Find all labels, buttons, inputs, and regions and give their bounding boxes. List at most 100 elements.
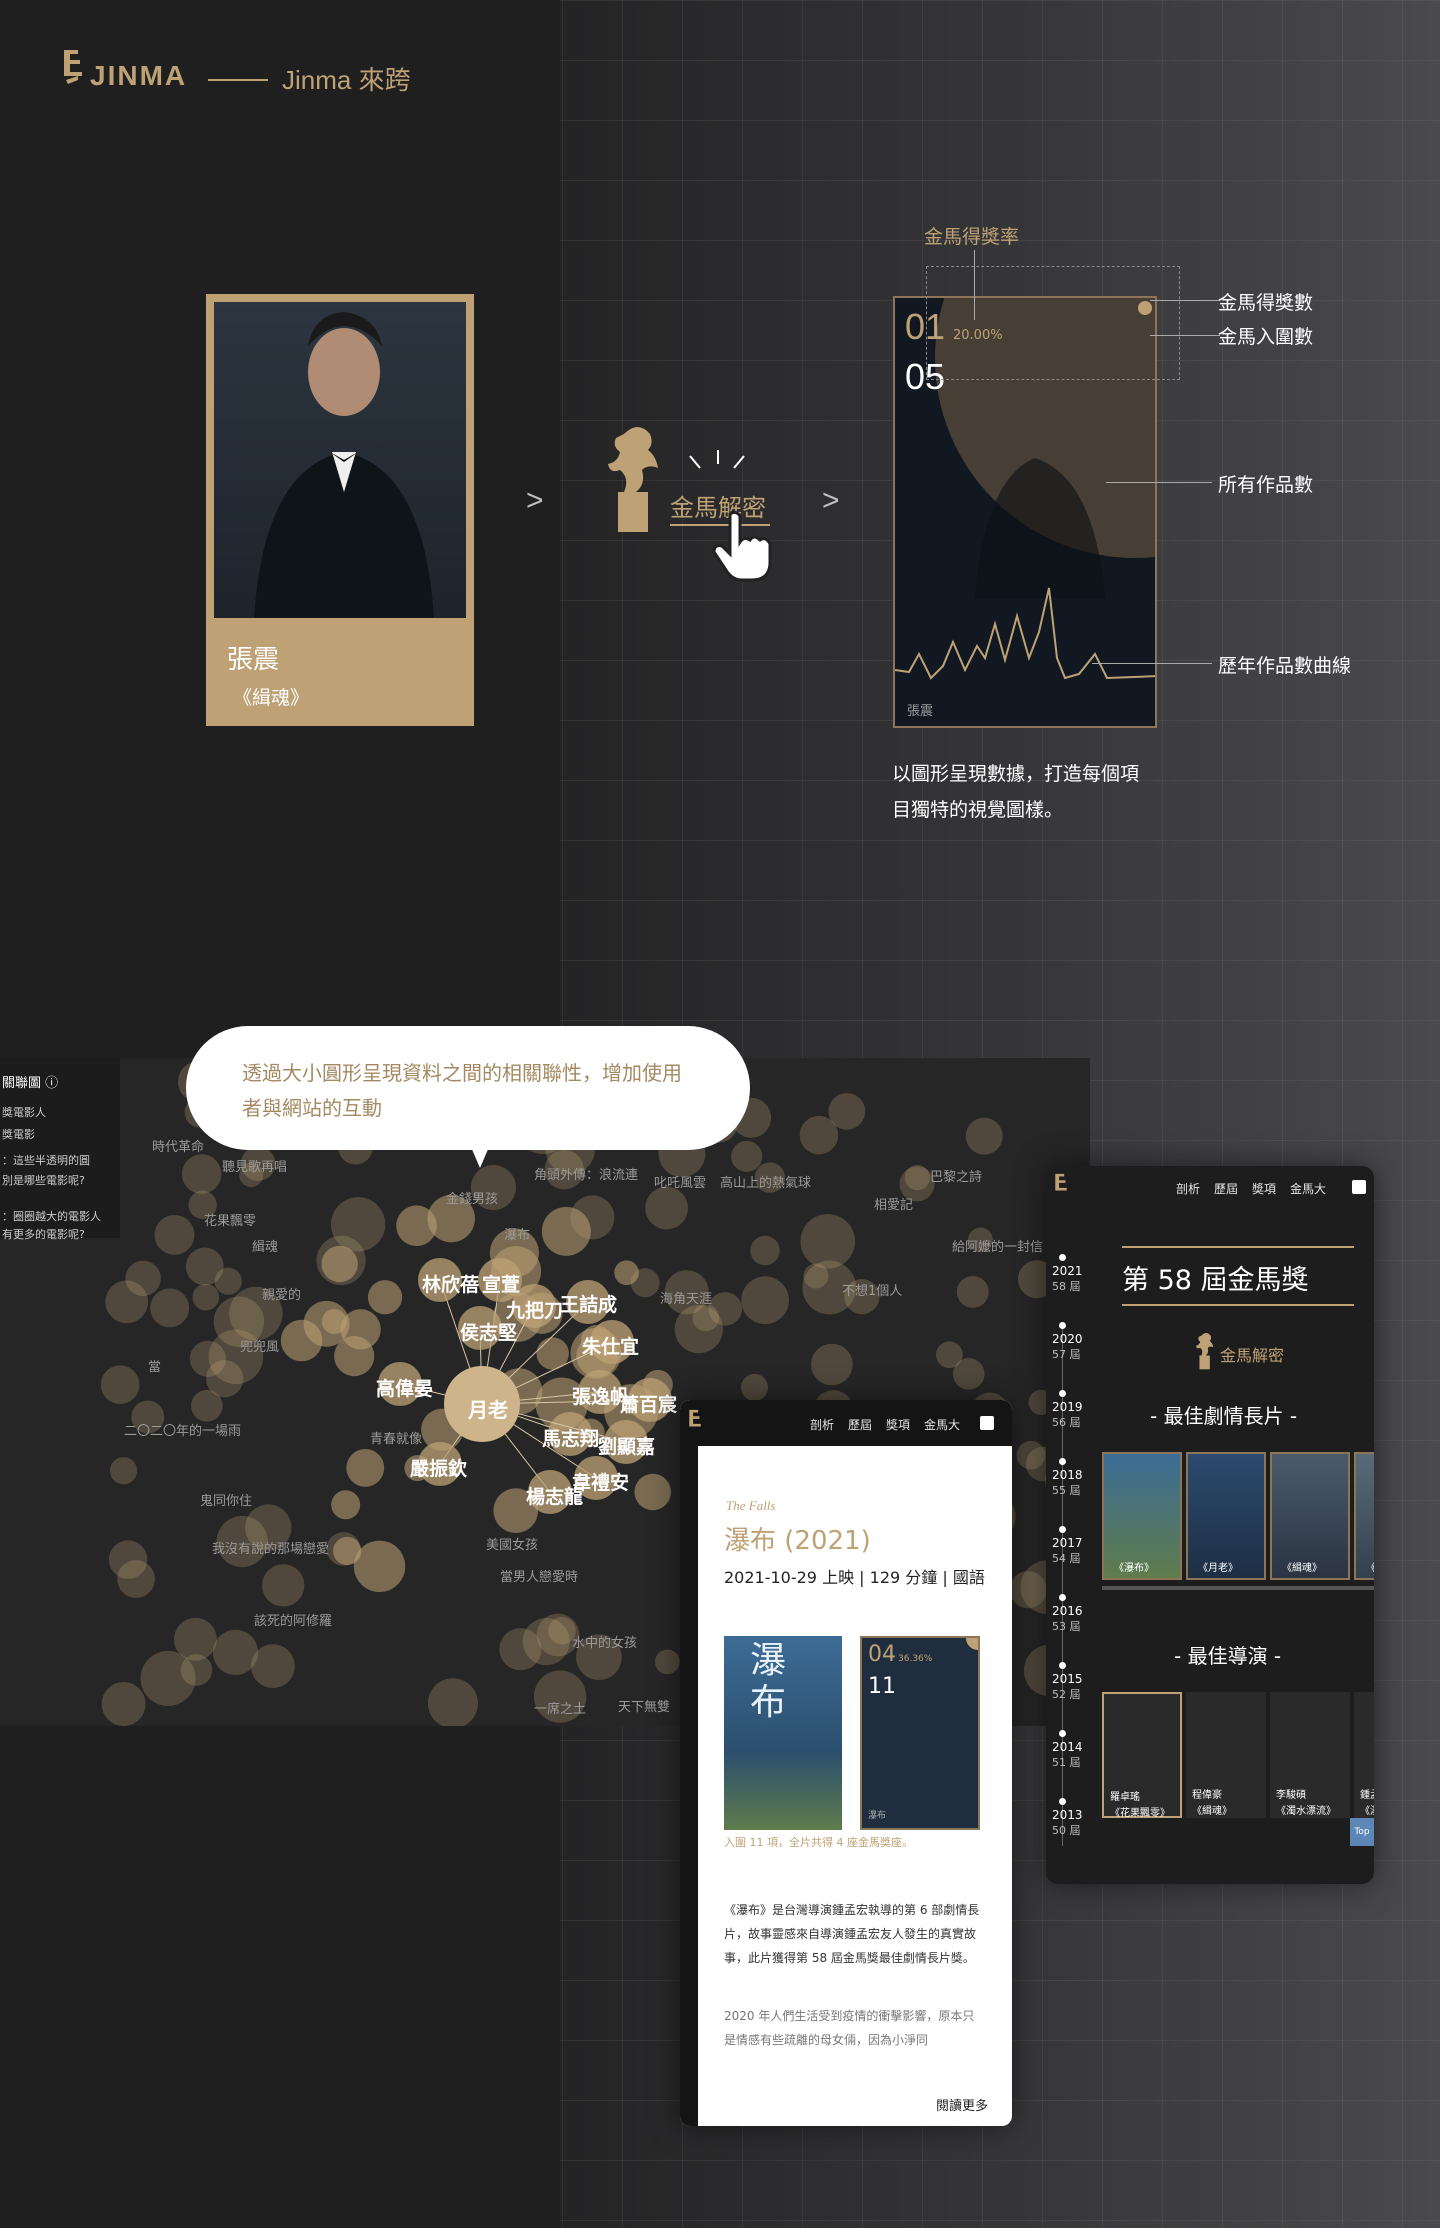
year-dot[interactable]: [1059, 1662, 1066, 1669]
year-item[interactable]: 2018 55 屆: [1052, 1468, 1083, 1498]
film-label[interactable]: 我沒有說的那場戀愛: [212, 1538, 329, 1557]
person-label[interactable]: 朱仕宜: [582, 1332, 639, 1359]
year-item[interactable]: 2015 52 屆: [1052, 1672, 1083, 1702]
director-card[interactable]: 鍾孟《瀑: [1354, 1692, 1374, 1818]
film-label[interactable]: 親愛的: [262, 1284, 301, 1303]
nav-analysis[interactable]: 剖析: [1176, 1180, 1200, 1197]
nav-awards[interactable]: 獎項: [886, 1416, 910, 1433]
year-dot[interactable]: [1059, 1798, 1066, 1805]
director-card[interactable]: 李駿碩 《濁水漂流》: [1270, 1692, 1350, 1818]
film-label[interactable]: 鬼同你住: [200, 1490, 252, 1509]
year-dot[interactable]: [1059, 1458, 1066, 1465]
film-poster[interactable]: 《緝魂》: [1270, 1452, 1350, 1580]
film-label[interactable]: 瀑布: [504, 1224, 530, 1243]
film-label[interactable]: 角頭外傳：浪流連: [534, 1164, 638, 1183]
film-label[interactable]: 不想1個人: [842, 1280, 902, 1299]
year-edition: 51 屆: [1052, 1756, 1081, 1769]
person-label[interactable]: 馬志翔: [542, 1424, 599, 1451]
person-name: 張震: [227, 645, 280, 675]
bubble-line-2: 者與網站的互動: [242, 1096, 382, 1120]
tablet-decode-link[interactable]: 金馬解密: [1220, 1342, 1284, 1366]
speech-bubble-tail: [468, 1140, 492, 1168]
annotation-award-rate: 金馬得獎率: [924, 226, 1020, 248]
person-label[interactable]: 王詰成: [560, 1290, 617, 1317]
nav-awards[interactable]: 獎項: [1252, 1180, 1276, 1197]
film-label[interactable]: 叱吒風雲: [654, 1172, 706, 1191]
film-label[interactable]: 青春就像: [370, 1428, 422, 1447]
film-label[interactable]: 該死的阿修羅: [254, 1610, 332, 1629]
year-item[interactable]: 2020 57 屆: [1052, 1332, 1083, 1362]
person-card[interactable]: 張震 《緝魂》: [206, 294, 474, 726]
year-dot[interactable]: [1059, 1390, 1066, 1397]
hub-label[interactable]: 月老: [468, 1394, 508, 1423]
network-node: [828, 1092, 866, 1130]
person-label[interactable]: 楊志龍: [526, 1482, 583, 1509]
year-item[interactable]: 2016 53 屆: [1052, 1604, 1083, 1634]
director-card[interactable]: 程偉豪 《緝魂》: [1186, 1692, 1266, 1818]
jinma-logo-icon[interactable]: [1054, 1172, 1068, 1200]
year-dot[interactable]: [1059, 1730, 1066, 1737]
network-panel-title: 關聯圖 ⓘ: [2, 1076, 59, 1091]
year-dot[interactable]: [1059, 1526, 1066, 1533]
film-label[interactable]: 聽見歌再唱: [222, 1156, 287, 1175]
nav-jinma-big[interactable]: 金馬大: [1290, 1180, 1326, 1197]
film-label[interactable]: 一席之土: [534, 1698, 586, 1717]
read-more-link[interactable]: 閱讀更多: [936, 2095, 988, 2114]
person-label[interactable]: 林欣蓓: [422, 1270, 479, 1297]
film-title: 瀑布 (2021): [724, 1526, 871, 1556]
film-label[interactable]: 美國女孩: [486, 1534, 538, 1553]
person-label[interactable]: 宣萱: [482, 1270, 520, 1297]
horizontal-scrollbar[interactable]: [1102, 1586, 1374, 1590]
film-label[interactable]: 緝魂: [252, 1236, 278, 1255]
person-label[interactable]: 侯志堅: [460, 1318, 517, 1345]
film-label[interactable]: 花果飄零: [204, 1210, 256, 1229]
film-label[interactable]: 相愛記: [874, 1194, 913, 1213]
annotation-line: [1150, 335, 1220, 336]
annotation-nominations: 金馬入圍數: [1218, 326, 1314, 348]
film-label[interactable]: 高山上的熱氣球: [720, 1172, 811, 1191]
nav-history[interactable]: 歷屆: [848, 1416, 872, 1433]
nav-jinma-big[interactable]: 金馬大: [924, 1416, 960, 1433]
film-label[interactable]: 兜兜風: [240, 1336, 279, 1355]
film-label[interactable]: 給阿嬤的一封信: [952, 1236, 1043, 1255]
year-dot[interactable]: [1059, 1322, 1066, 1329]
film-label[interactable]: 時代革命: [152, 1136, 204, 1155]
film-label[interactable]: 當: [148, 1356, 161, 1375]
person-label[interactable]: 高偉晏: [376, 1374, 433, 1401]
top-button[interactable]: Top: [1350, 1818, 1374, 1846]
film-poster[interactable]: 《月老》: [1186, 1452, 1266, 1580]
phone-header: 剖析 歷屆 獎項 金馬大: [680, 1400, 1012, 1446]
film-label[interactable]: 二〇二〇年的一場雨: [124, 1420, 241, 1439]
network-node: [750, 1235, 780, 1266]
year-item[interactable]: 2017 54 屆: [1052, 1536, 1083, 1566]
director-name: 李駿碩: [1276, 1790, 1306, 1801]
year-dot[interactable]: [1059, 1254, 1066, 1261]
network-panel: 關聯圖 ⓘ 獎電影人 獎電影 ：這些半透明的圓 別是哪些電影呢? ：圈圈越大的電…: [0, 1058, 120, 1241]
flow-arrow-1: >: [526, 484, 544, 517]
director-name: 鍾孟: [1360, 1790, 1374, 1801]
golden-horse-trophy-icon: [1196, 1333, 1214, 1370]
network-panel-item: ：這些半透明的圓: [2, 1154, 90, 1167]
year-item[interactable]: 2014 51 屆: [1052, 1740, 1083, 1770]
year-item[interactable]: 2019 56 屆: [1052, 1400, 1083, 1430]
film-label[interactable]: 巴黎之詩: [930, 1166, 982, 1185]
film-label[interactable]: 海角天涯: [660, 1288, 712, 1307]
nav-history[interactable]: 歷屆: [1214, 1180, 1238, 1197]
film-poster[interactable]: 《濁: [1354, 1452, 1374, 1580]
film-label[interactable]: 水中的女孩: [572, 1632, 637, 1651]
person-label[interactable]: 劉顯嘉: [598, 1432, 655, 1459]
facebook-icon[interactable]: [980, 1416, 994, 1430]
nav-analysis[interactable]: 剖析: [810, 1416, 834, 1433]
director-card[interactable]: 羅卓瑤 《花果飄零》: [1102, 1692, 1182, 1819]
facebook-icon[interactable]: [1352, 1180, 1366, 1194]
film-poster[interactable]: 《瀑布》: [1102, 1452, 1182, 1580]
year-item[interactable]: 2013 50 屆: [1052, 1808, 1083, 1838]
year-item[interactable]: 2021 58 屆: [1052, 1264, 1083, 1294]
film-label[interactable]: 金錢男孩: [446, 1188, 498, 1207]
film-label[interactable]: 當男人戀愛時: [500, 1566, 578, 1585]
person-label[interactable]: 蕭百宸: [620, 1390, 677, 1417]
year-dot[interactable]: [1059, 1594, 1066, 1601]
film-label[interactable]: 天下無雙: [618, 1696, 670, 1715]
person-label[interactable]: 嚴振欽: [410, 1454, 467, 1481]
jinma-logo-icon[interactable]: [688, 1408, 702, 1436]
